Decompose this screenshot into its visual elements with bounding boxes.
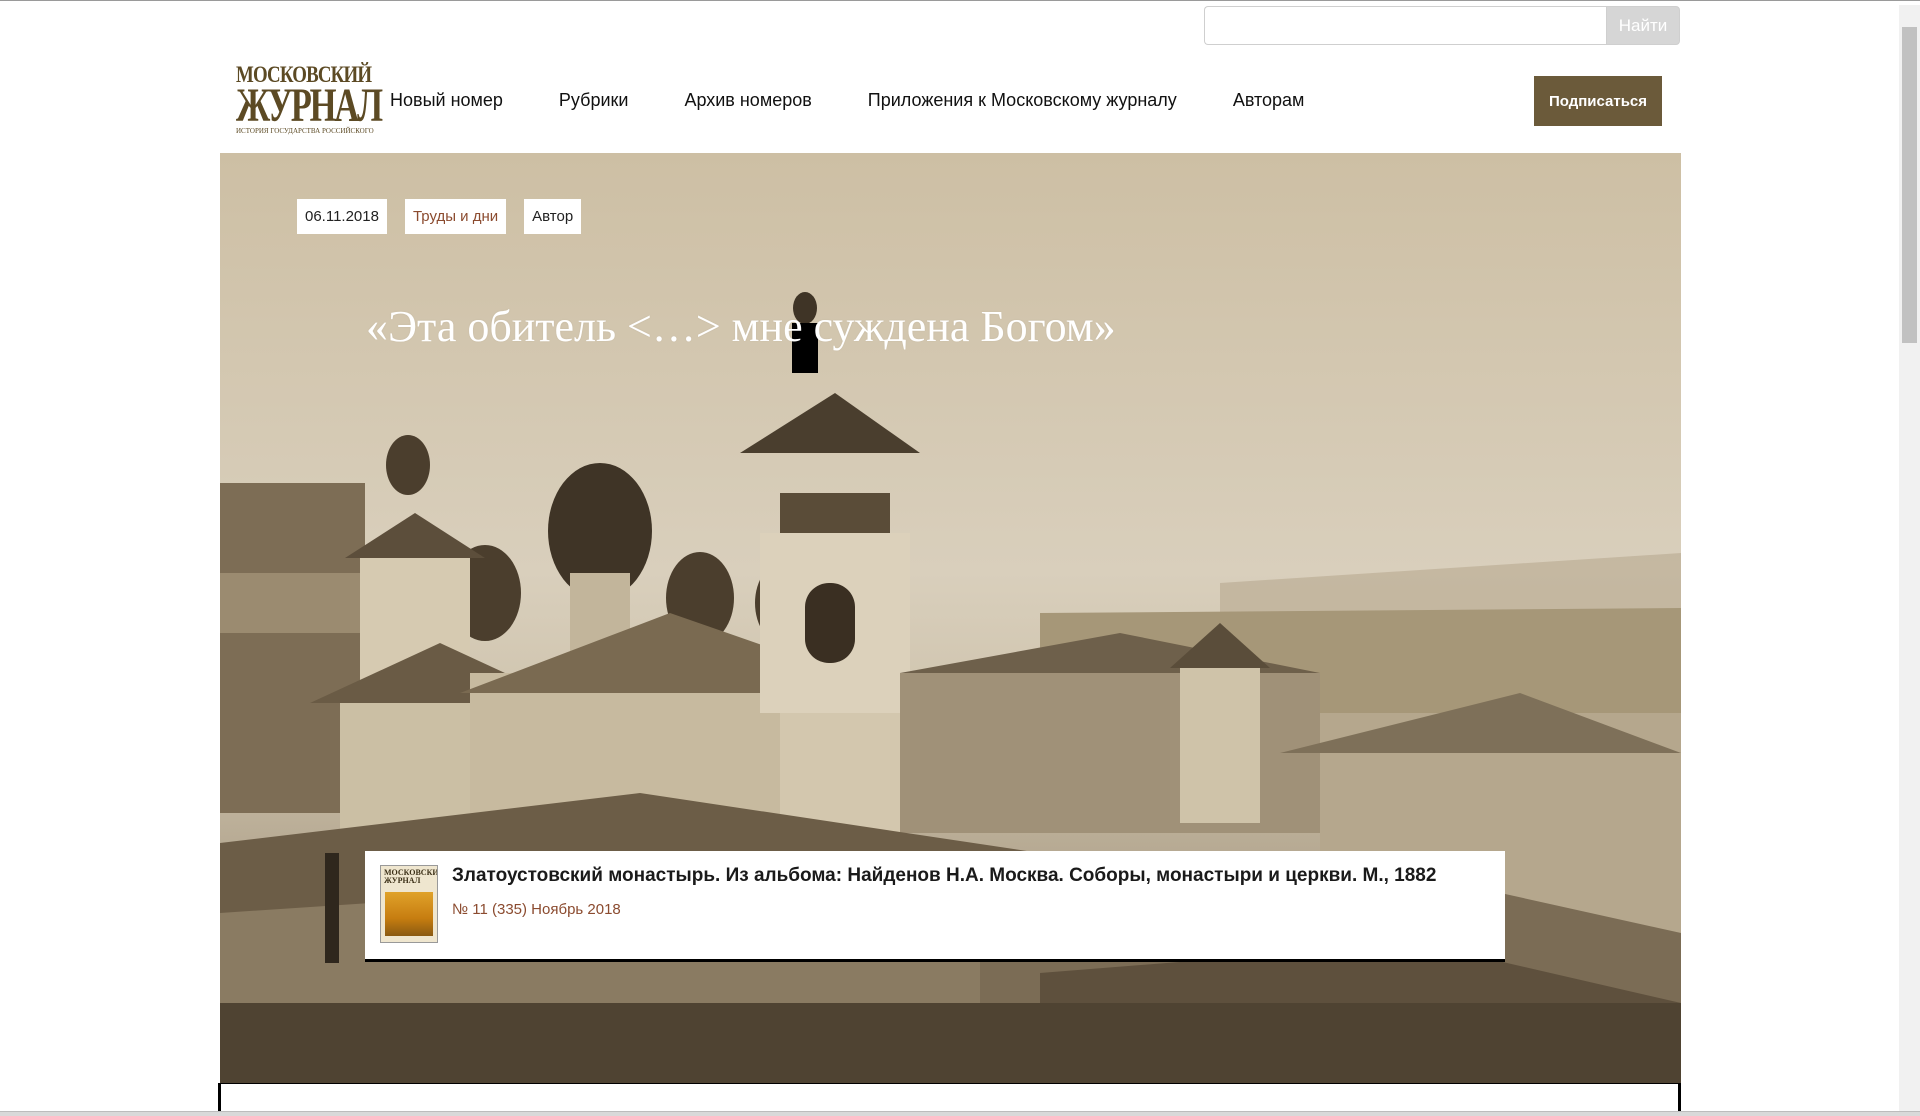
nav-item-supplements[interactable]: Приложения к Московскому журналу	[868, 90, 1177, 111]
issue-cover-thumbnail[interactable]: МОСКОВСКИЙ ЖУРНАЛ	[380, 865, 438, 943]
article-date: 06.11.2018	[297, 199, 387, 234]
site-logo[interactable]: МОСКОВСКИЙ ЖУРНАЛ ИСТОРИЯ ГОСУДАРСТВА РО…	[236, 63, 383, 146]
article-title[interactable]: «Эта обитель <…> мне суждена Богом»	[366, 301, 1116, 352]
nav-item-for-authors[interactable]: Авторам	[1233, 90, 1305, 111]
logo-line-2: ЖУРНАЛ	[236, 79, 383, 132]
article-meta: 06.11.2018 Труды и дни Автор	[297, 199, 599, 234]
article-rubric-link[interactable]: Труды и дни	[404, 199, 507, 234]
hero-banner: 06.11.2018 Труды и дни Автор «Эта обител…	[220, 153, 1681, 1084]
article-author-link[interactable]: Автор	[524, 199, 582, 234]
issue-link[interactable]: № 11 (335) Ноябрь 2018	[452, 901, 1436, 918]
page-scrollbar[interactable]	[1899, 5, 1920, 1111]
photo-caption-card: МОСКОВСКИЙ ЖУРНАЛ Златоустовский монасты…	[365, 851, 1505, 959]
nav-item-rubrics[interactable]: Рубрики	[559, 90, 629, 111]
nav-item-new-issue[interactable]: Новый номер	[390, 90, 503, 111]
photo-caption-text: Златоустовский монастырь. Из альбома: На…	[452, 865, 1437, 886]
scrollbar-thumb[interactable]	[1902, 27, 1917, 343]
search-form: Найти	[1204, 6, 1680, 45]
subscribe-button[interactable]: Подписаться	[1534, 76, 1662, 126]
search-input[interactable]	[1204, 6, 1606, 45]
search-button[interactable]: Найти	[1606, 6, 1680, 45]
nav-item-archive[interactable]: Архив номеров	[684, 90, 811, 111]
browser-top-edge	[0, 0, 1920, 5]
browser-bottom-bar	[0, 1111, 1920, 1116]
issue-cover-title: МОСКОВСКИЙ ЖУРНАЛ	[384, 868, 438, 885]
main-nav: Новый номер Рубрики Архив номеров Прилож…	[390, 90, 1360, 111]
issue-cover-picture	[385, 892, 433, 936]
